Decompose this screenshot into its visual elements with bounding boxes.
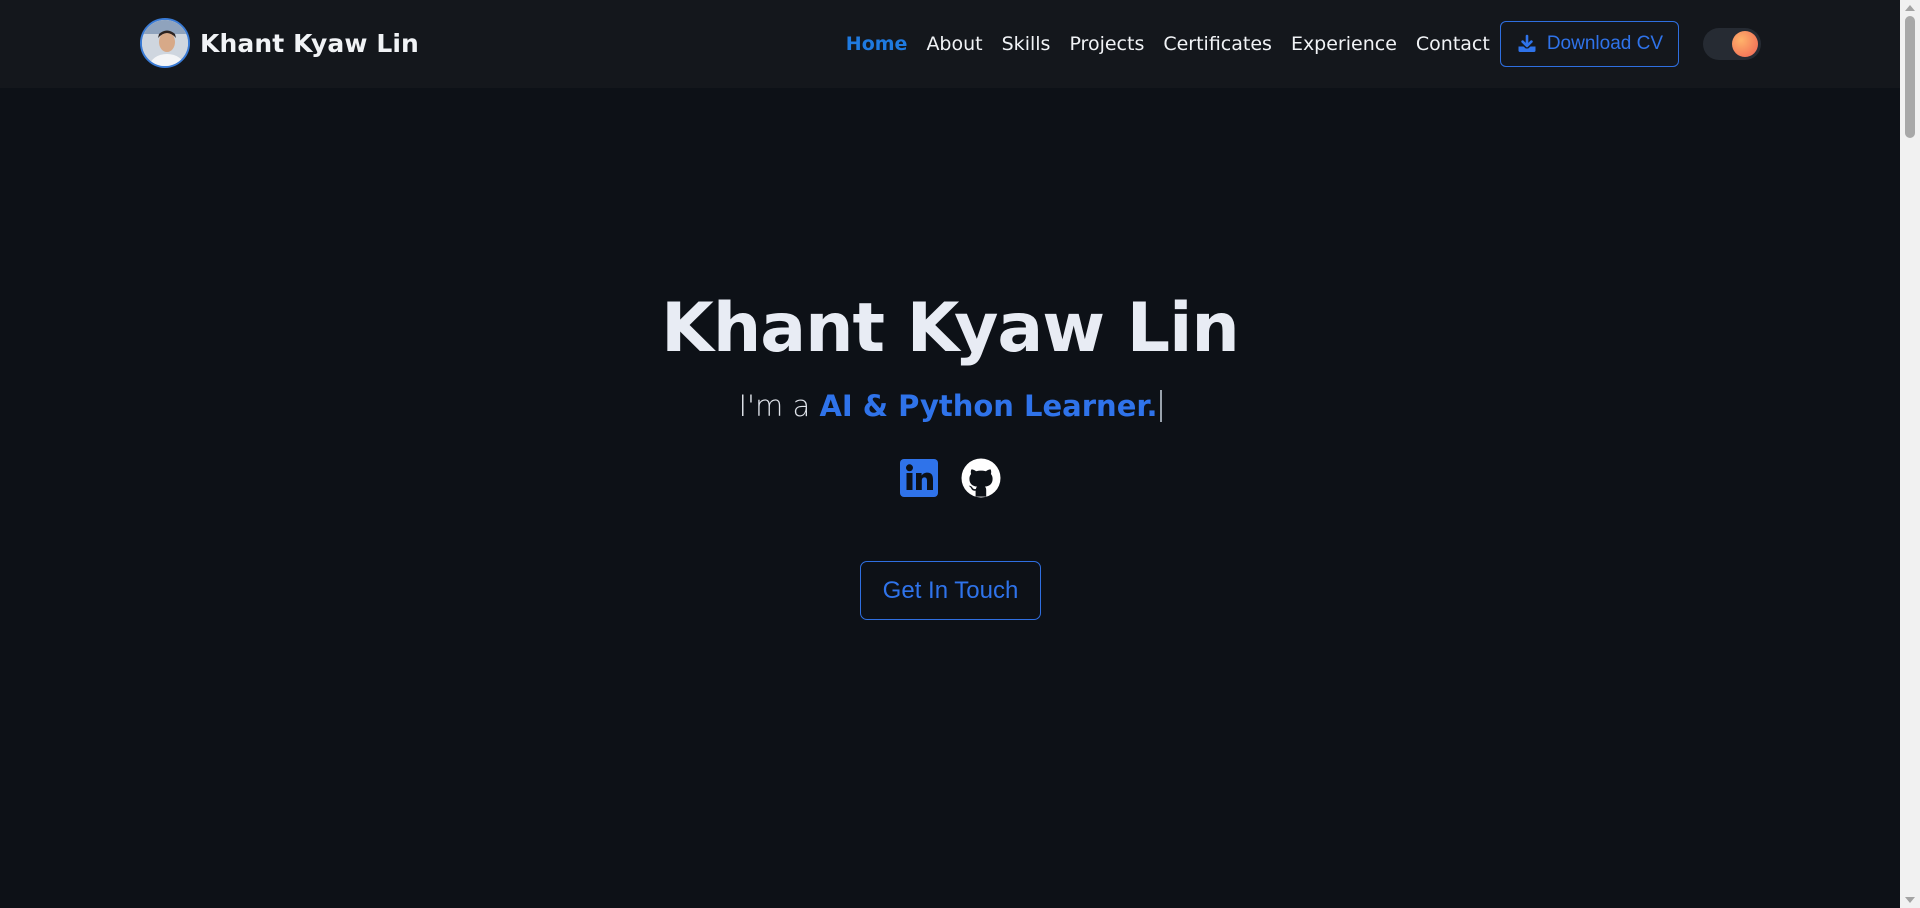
theme-toggle-knob <box>1732 31 1758 57</box>
avatar-image <box>142 20 188 66</box>
download-cv-label: Download CV <box>1546 33 1663 54</box>
linkedin-icon[interactable] <box>899 458 939 498</box>
nav-link-about[interactable]: About <box>926 33 982 55</box>
hero-subtitle-role: AI & Python Learner. <box>819 389 1158 423</box>
scroll-up-arrow-icon[interactable] <box>1905 5 1915 11</box>
nav-link-contact[interactable]: Contact <box>1416 33 1490 55</box>
brand-name: Khant Kyaw Lin <box>200 28 419 58</box>
download-icon <box>1517 34 1537 54</box>
hero-title: Khant Kyaw Lin <box>661 289 1240 368</box>
page: Khant Kyaw Lin Home About Skills Project… <box>0 0 1900 908</box>
hero-subtitle: I'm a AI & Python Learner. <box>0 390 1900 422</box>
scroll-down-arrow-icon[interactable] <box>1905 897 1915 903</box>
hero-section: Khant Kyaw Lin I'm a AI & Python Learner… <box>0 88 1900 908</box>
nav-link-projects[interactable]: Projects <box>1069 33 1144 55</box>
theme-toggle[interactable] <box>1703 28 1761 60</box>
navbar: Khant Kyaw Lin Home About Skills Project… <box>0 0 1900 88</box>
brand-link[interactable]: Khant Kyaw Lin <box>140 17 419 69</box>
nav-link-experience[interactable]: Experience <box>1291 33 1397 55</box>
social-links <box>0 458 1900 498</box>
avatar <box>140 18 190 68</box>
typing-caret <box>1159 390 1162 422</box>
get-in-touch-button[interactable]: Get In Touch <box>860 561 1041 620</box>
download-cv-button[interactable]: Download CV <box>1499 21 1679 67</box>
nav-link-certificates[interactable]: Certificates <box>1163 33 1272 55</box>
nav-link-skills[interactable]: Skills <box>1002 33 1051 55</box>
page-scrollbar[interactable] <box>1900 0 1920 908</box>
nav-link-home[interactable]: Home <box>846 33 908 55</box>
nav-links: Home About Skills Projects Certificates … <box>846 0 1679 88</box>
github-icon[interactable] <box>961 458 1001 498</box>
scroll-thumb[interactable] <box>1905 16 1915 138</box>
hero-subtitle-prefix: I'm a <box>738 389 820 423</box>
